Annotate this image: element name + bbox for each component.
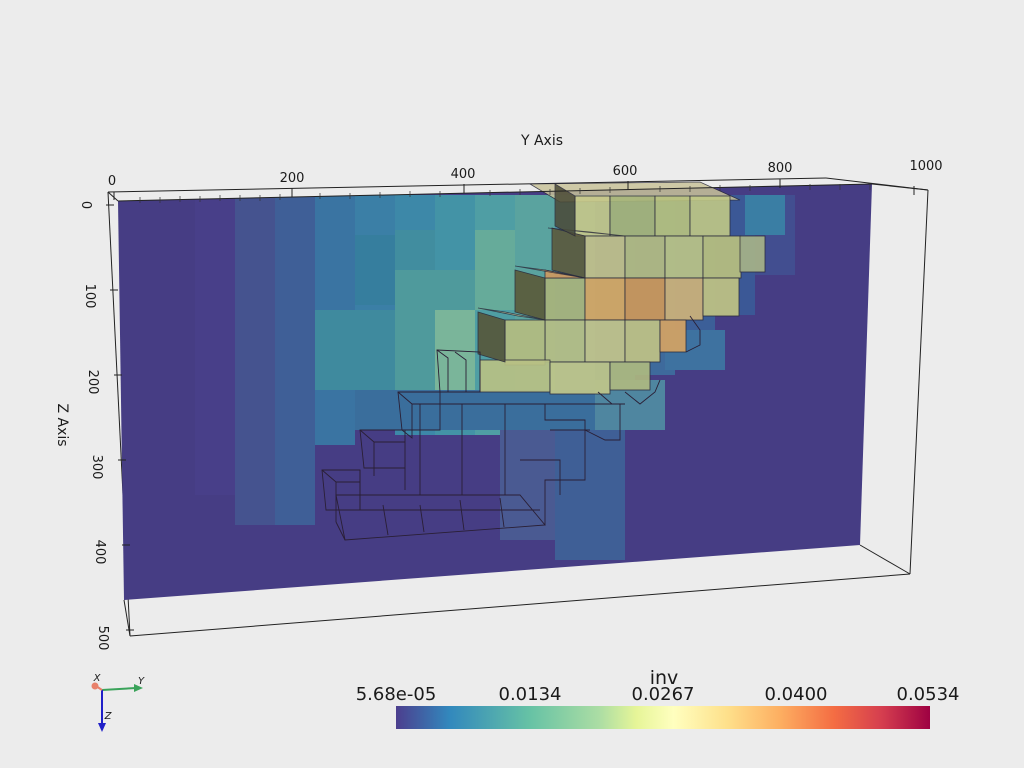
colorbar-tick-label: 0.0267 (632, 684, 695, 705)
colorbar: inv 5.68e-05 0.0134 0.0267 0.0400 0.0534 (356, 667, 960, 729)
y-tick-label: 1000 (909, 159, 942, 174)
y-axis-arrow (101, 687, 137, 691)
colorbar-tick-label: 5.68e-05 (356, 684, 437, 705)
colorbar-tick-label: 0.0134 (499, 684, 562, 705)
z-axis-title: Z Axis (54, 403, 70, 446)
z-tick-label: 500 (95, 626, 110, 651)
z-tick-label: 100 (82, 284, 97, 309)
y-tick-label: 600 (613, 164, 638, 179)
z-tick-label: 400 (92, 540, 107, 565)
z-tick-label: 200 (85, 370, 100, 395)
z-arrowhead-icon (98, 723, 106, 732)
y-tick-label: 200 (280, 171, 305, 186)
y-tick-label: 0 (108, 174, 116, 189)
colorbar-gradient (396, 706, 930, 729)
orientation-z-label: Z (104, 711, 113, 722)
orientation-x-label: X (93, 673, 102, 684)
z-tick-label: 300 (89, 455, 104, 480)
y-axis-title: Y Axis (520, 133, 563, 149)
orientation-y-label: Y (138, 676, 145, 687)
y-tick-label: 400 (451, 167, 476, 182)
colorbar-tick-label: 0.0400 (765, 684, 828, 705)
orientation-widget[interactable]: X Y Z (91, 673, 145, 732)
colorbar-tick-label: 0.0534 (897, 684, 960, 705)
3d-viewport[interactable]: Y Axis 0 200 400 600 800 1000 Z Axis 0 1… (0, 0, 1024, 768)
z-tick-label: 0 (78, 201, 93, 209)
y-tick-label: 800 (768, 161, 793, 176)
